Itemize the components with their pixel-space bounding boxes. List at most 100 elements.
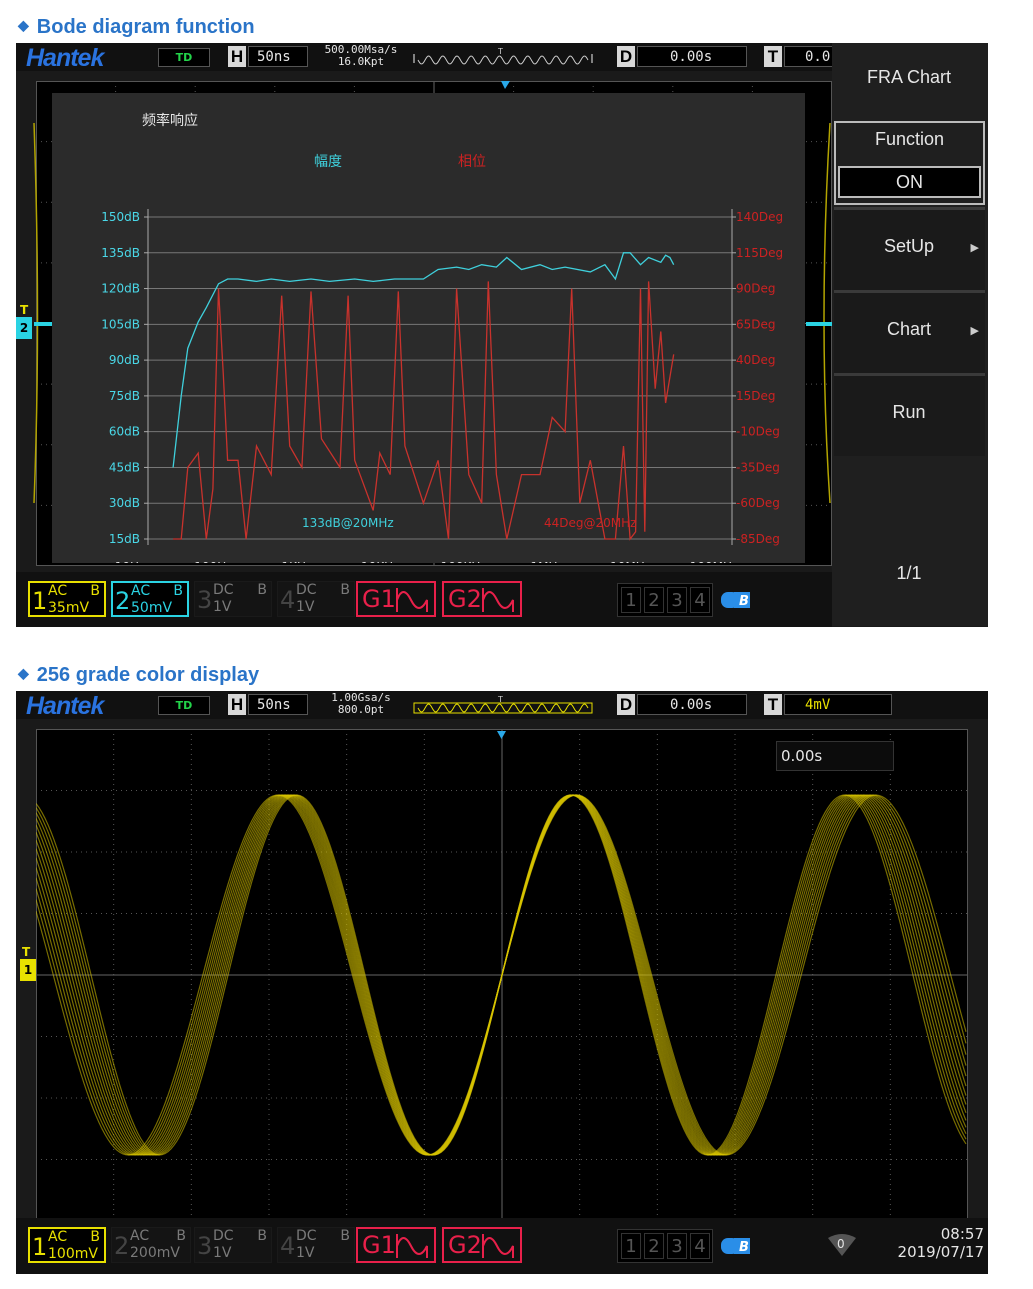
oscilloscope-screen-color: Hantek TD H 50ns 1.00Gsa/s 800.0pt T D 0… xyxy=(16,691,988,1274)
trigger-label: T xyxy=(764,694,782,715)
clock: 08:57 2019/07/17 xyxy=(884,1225,984,1261)
trigger-position-marker xyxy=(501,81,510,89)
run-menu-button[interactable]: Run xyxy=(834,373,985,456)
channel-1-marker[interactable]: T 1 xyxy=(20,945,36,981)
channel-2-status[interactable]: 2 AC B 200mV xyxy=(111,1227,191,1263)
waveform-grid[interactable]: 0.00s xyxy=(36,729,968,1221)
y-left-tick: 75dB xyxy=(109,389,140,403)
mode-badge[interactable]: TD xyxy=(158,48,210,67)
phase-readout: 44Deg@20MHz xyxy=(544,516,637,530)
y-left-tick: 120dB xyxy=(101,282,140,296)
generator-2-button[interactable]: G2 xyxy=(442,581,522,617)
x-tick: 10KHz xyxy=(361,560,399,563)
function-menu-button[interactable]: Function ON xyxy=(834,121,985,205)
y-right-tick: 90Deg xyxy=(736,282,776,296)
channel-bandwidth: B xyxy=(90,1229,100,1245)
delay-value[interactable]: 0.00s xyxy=(637,46,747,67)
usb-icon: B xyxy=(721,1238,750,1255)
y-right-tick: 65Deg xyxy=(736,317,776,331)
channel-4-status[interactable]: 4 DC B 1V xyxy=(277,1227,355,1263)
channel-2-status[interactable]: 2 AC B 50mV xyxy=(111,581,189,617)
clock-date: 2019/07/17 xyxy=(897,1243,984,1261)
generator-label: G1 xyxy=(362,1231,396,1259)
group-digit: 4 xyxy=(690,587,710,613)
right-trace-fragment xyxy=(823,123,831,503)
time-cursor-readout: 0.00s xyxy=(776,741,894,771)
function-value: ON xyxy=(838,166,981,198)
channel-scale: 1V xyxy=(296,1245,315,1261)
chart-title: 频率响应 xyxy=(142,113,198,129)
y-right-tick: -85Deg xyxy=(736,532,780,546)
delay-value[interactable]: 0.00s xyxy=(637,694,747,715)
chart-menu-button[interactable]: Chart ▶ xyxy=(834,290,985,373)
channel-3-status[interactable]: 3 DC B 1V xyxy=(194,1227,272,1263)
channel-coupling: AC xyxy=(48,583,68,599)
sample-rate: 500.00Msa/s 16.0Kpt xyxy=(324,43,398,68)
trigger-level-value[interactable]: 4mV xyxy=(784,694,892,715)
timebase-value[interactable]: 50ns xyxy=(248,694,308,715)
channel-bandwidth: B xyxy=(257,582,267,598)
channel-scale: 100mV xyxy=(48,1246,98,1262)
trigger-level-value[interactable]: 0.0( xyxy=(784,46,839,67)
y-left-tick: 135dB xyxy=(101,246,140,260)
channel-1-status[interactable]: 1 AC B 100mV xyxy=(28,1227,106,1263)
sample-rate: 1.00Gsa/s 800.0pt xyxy=(331,691,391,716)
y-right-tick: -60Deg xyxy=(736,496,780,510)
y-right-tick: 40Deg xyxy=(736,353,776,367)
side-menu: FRA Chart Function ON SetUp ▶ Chart ▶ Ru… xyxy=(832,43,988,626)
submenu-arrow-icon: ▶ xyxy=(970,324,979,337)
section-title-color-display: ◆ 256 grade color display xyxy=(18,664,260,686)
channel-group-selector[interactable]: 1234 xyxy=(617,1229,713,1263)
channel-number: 1 xyxy=(32,1233,48,1261)
generator-1-button[interactable]: G1 xyxy=(356,1227,436,1263)
channel-3-status[interactable]: 3 DC B 1V xyxy=(194,581,272,617)
channel-bandwidth: B xyxy=(176,1228,186,1244)
y-right-tick: 15Deg xyxy=(736,389,776,403)
generator-2-button[interactable]: G2 xyxy=(442,1227,522,1263)
clock-time: 08:57 xyxy=(940,1225,984,1243)
channel-scale: 1V xyxy=(213,1245,232,1261)
y-left-tick: 45dB xyxy=(109,460,140,474)
group-digit: 3 xyxy=(667,587,687,613)
memory-overview-icon: T xyxy=(413,47,593,65)
group-digit: 1 xyxy=(621,587,641,613)
diamond-bullet-icon: ◆ xyxy=(18,17,29,33)
channel-coupling: DC xyxy=(213,582,234,598)
channel-number: 2 xyxy=(114,1232,130,1260)
delay-label: D xyxy=(617,694,635,715)
channel-scale: 50mV xyxy=(131,600,173,616)
x-tick: 1KHz xyxy=(281,560,312,563)
channel-coupling: AC xyxy=(130,1228,150,1244)
channel-scale: 200mV xyxy=(130,1245,180,1261)
group-digit: 3 xyxy=(667,1233,687,1259)
group-digit: 4 xyxy=(690,1233,710,1259)
channel-number: 1 xyxy=(32,587,48,615)
hantek-logo: Hantek xyxy=(26,692,104,720)
sine-wave-icon xyxy=(482,1234,514,1258)
status-topbar: Hantek TD H 50ns 1.00Gsa/s 800.0pt T D 0… xyxy=(16,691,988,720)
amplitude-readout: 133dB@20MHz xyxy=(302,516,394,530)
channel-number: 3 xyxy=(197,1232,213,1260)
usb-icon: B xyxy=(721,592,750,609)
svg-text:T: T xyxy=(497,47,503,56)
trigger-position-marker xyxy=(497,731,506,739)
timebase-value[interactable]: 50ns xyxy=(248,46,308,67)
channel-1-status[interactable]: 1 AC B 35mV xyxy=(28,581,106,617)
channel-bandwidth: B xyxy=(257,1228,267,1244)
sine-wave-icon xyxy=(396,1234,428,1258)
delay-label: D xyxy=(617,46,635,67)
mode-badge[interactable]: TD xyxy=(158,696,210,715)
channel-4-status[interactable]: 4 DC B 1V xyxy=(277,581,355,617)
generator-1-button[interactable]: G1 xyxy=(356,581,436,617)
x-tick: 100KHz xyxy=(441,560,487,563)
svg-text:B: B xyxy=(739,1240,749,1255)
channel-bandwidth: B xyxy=(340,1228,350,1244)
channel-coupling: DC xyxy=(296,582,317,598)
group-digit: 1 xyxy=(621,1233,641,1259)
channel-number: 4 xyxy=(280,1232,296,1260)
channel-bandwidth: B xyxy=(90,583,100,599)
channel-2-marker[interactable]: T 2 xyxy=(16,303,36,339)
setup-menu-button[interactable]: SetUp ▶ xyxy=(834,207,985,290)
channel-group-selector[interactable]: 1234 xyxy=(617,583,713,617)
diamond-bullet-icon: ◆ xyxy=(18,665,29,681)
